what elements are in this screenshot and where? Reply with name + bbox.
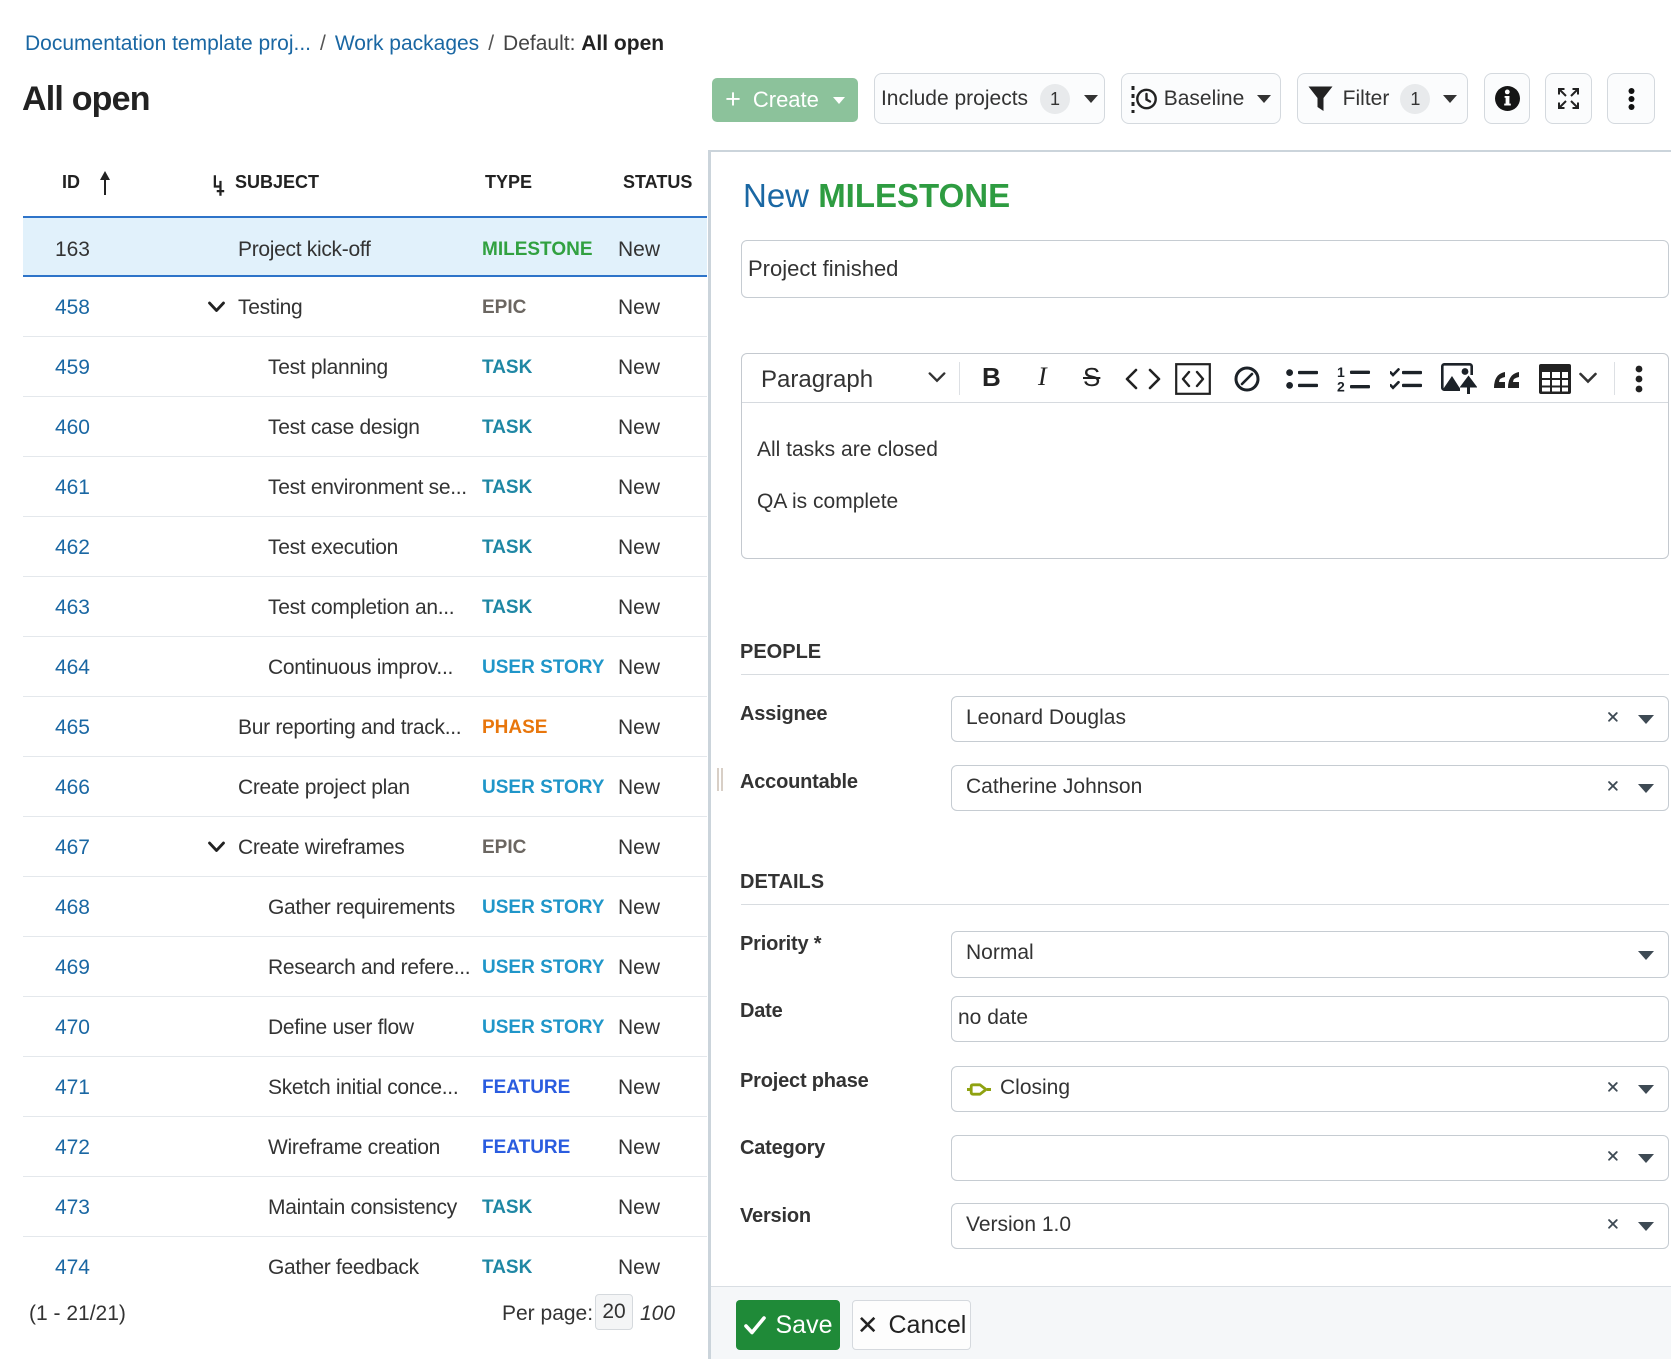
svg-text:2: 2 <box>1337 379 1345 393</box>
